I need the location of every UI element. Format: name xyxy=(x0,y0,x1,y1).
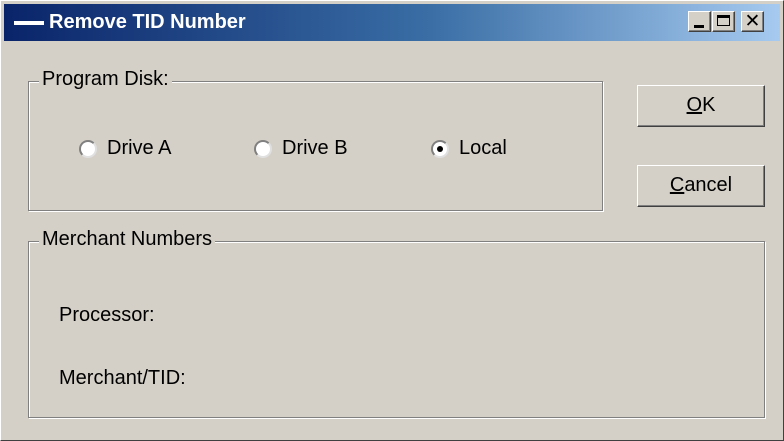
merchant-numbers-label: Merchant Numbers xyxy=(39,228,216,251)
radio-circle-icon[interactable] xyxy=(79,140,97,158)
dialog-window: Remove TID Number ✕ Program Disk: Drive … xyxy=(0,0,784,441)
close-button[interactable]: ✕ xyxy=(741,10,764,32)
ok-button[interactable]: OK xyxy=(637,85,765,127)
processor-label: Processor: xyxy=(59,304,155,326)
radio-selected-icon[interactable] xyxy=(431,140,449,158)
merchant-numbers-group: Merchant Numbers Processor: Merchant/TID… xyxy=(28,228,765,418)
minimize-icon xyxy=(694,25,704,28)
radio-label-local[interactable]: Local xyxy=(459,137,507,160)
window-title: Remove TID Number xyxy=(49,11,246,33)
title-bar[interactable]: Remove TID Number ✕ xyxy=(4,4,780,41)
cancel-mnemonic: C xyxy=(669,174,685,196)
ok-mnemonic: O xyxy=(686,94,703,116)
maximize-button[interactable] xyxy=(712,11,735,32)
program-disk-group: Program Disk: Drive A Drive B Local xyxy=(28,68,603,211)
radio-label-drive-b[interactable]: Drive B xyxy=(282,137,348,160)
close-icon: ✕ xyxy=(744,10,761,32)
system-menu-icon[interactable] xyxy=(14,21,44,25)
radio-dot-icon xyxy=(437,146,443,152)
merchant-tid-label: Merchant/TID: xyxy=(59,367,186,389)
minimize-button[interactable] xyxy=(688,11,711,32)
ok-label-rest: K xyxy=(702,94,716,116)
radio-label-drive-a[interactable]: Drive A xyxy=(107,137,171,160)
maximize-icon xyxy=(717,15,730,26)
program-disk-label: Program Disk: xyxy=(39,68,172,91)
cancel-label-rest: ancel xyxy=(684,174,733,196)
radio-circle-icon[interactable] xyxy=(254,140,272,158)
cancel-button[interactable]: Cancel xyxy=(637,165,765,207)
